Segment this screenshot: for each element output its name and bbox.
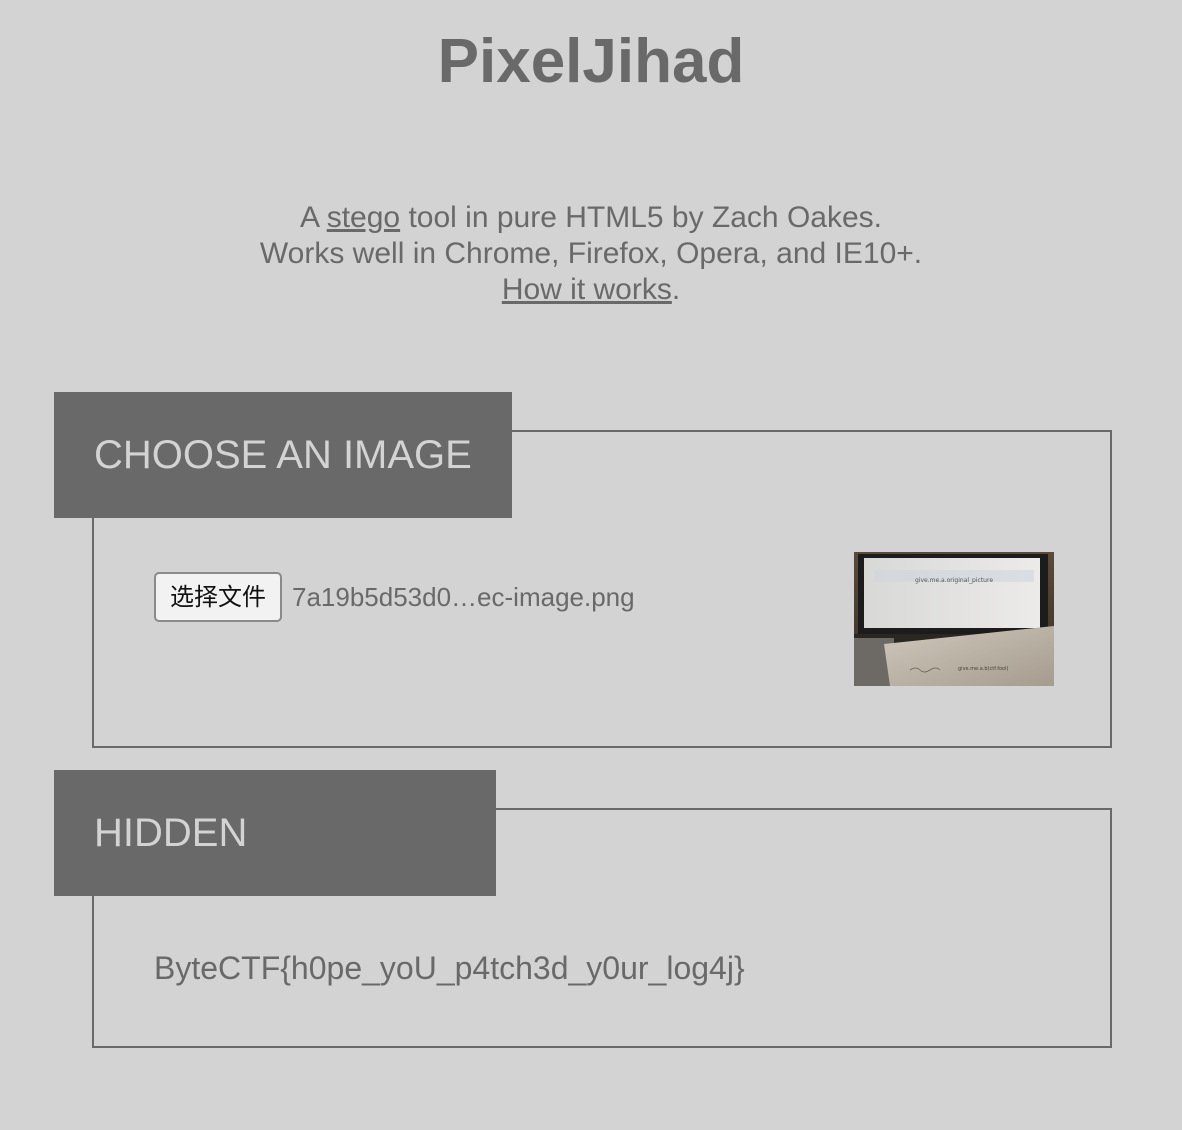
choose-file-button[interactable]: 选择文件	[154, 572, 282, 622]
file-input[interactable]: 选择文件 7a19b5d53d0…ec-image.png	[154, 572, 635, 622]
hidden-message-text: ByteCTF{h0pe_yoU_p4tch3d_y0ur_log4j}	[154, 950, 745, 986]
intro-line-3-suffix: .	[671, 273, 681, 306]
intro-line-1: A stego tool in pure HTML5 by Zach Oakes…	[0, 200, 1182, 236]
intro-line-2: Works well in Chrome, Firefox, Opera, an…	[259, 237, 923, 270]
intro-line-3: How it works.	[0, 272, 1182, 308]
image-preview-thumbnail: give.me.a.original_picture give.me.a.b(c…	[854, 552, 1054, 686]
intro-text: A stego tool in pure HTML5 by Zach Oakes…	[0, 200, 1182, 308]
selected-file-name: 7a19b5d53d0…ec-image.png	[292, 581, 635, 612]
image-preview: give.me.a.original_picture give.me.a.b(c…	[854, 552, 1054, 686]
intro-line-1-prefix: A	[300, 201, 327, 234]
page: PixelJihad A stego tool in pure HTML5 by…	[0, 0, 1182, 1130]
how-it-works-link[interactable]: How it works	[502, 273, 672, 306]
preview-screen-text: give.me.a.original_picture	[915, 577, 993, 584]
page-title: PixelJihad	[437, 27, 745, 96]
stego-link[interactable]: stego	[327, 201, 400, 234]
hidden-message-heading: HIDDEN MESSAGE	[54, 770, 496, 981]
choose-image-heading: CHOOSE AN IMAGE	[54, 392, 512, 518]
intro-line-1-suffix: tool in pure HTML5 by Zach Oakes.	[400, 201, 882, 234]
preview-paper-text: give.me.a.b(ctf.fool)	[958, 666, 1008, 672]
